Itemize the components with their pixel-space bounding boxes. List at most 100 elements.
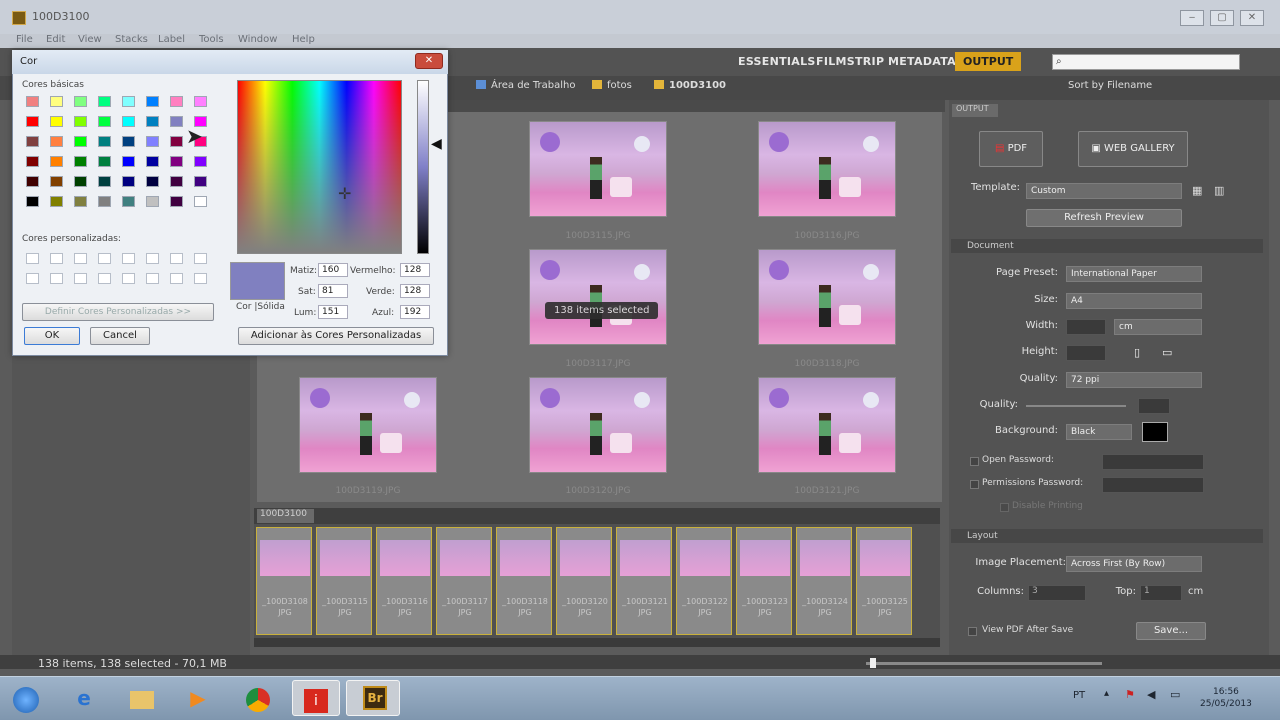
filmstrip-item[interactable]: _100D3116 JPG	[376, 527, 432, 635]
portrait-icon[interactable]: ▯	[1134, 346, 1140, 359]
width-input[interactable]	[1066, 319, 1106, 335]
quality-slider[interactable]	[1026, 405, 1126, 407]
custom-color-swatch[interactable]	[26, 253, 39, 264]
menu-window[interactable]: Window	[238, 34, 277, 45]
thumbnail[interactable]	[758, 249, 896, 345]
basic-color-swatch[interactable]	[50, 176, 63, 187]
filmstrip-tab[interactable]: 100D3100	[257, 509, 314, 523]
background-select[interactable]: Black	[1066, 424, 1132, 440]
image-placement-select[interactable]: Across First (By Row)	[1066, 556, 1202, 572]
basic-color-swatch[interactable]	[146, 96, 159, 107]
jpeg-quality-input[interactable]	[1138, 398, 1170, 414]
basic-color-swatch[interactable]	[122, 116, 135, 127]
basic-color-swatch[interactable]	[170, 156, 183, 167]
disable-printing-checkbox[interactable]	[1000, 503, 1009, 512]
custom-color-swatch[interactable]	[170, 273, 183, 284]
custom-color-swatch[interactable]	[122, 253, 135, 264]
breadcrumb-fotos[interactable]: fotos	[592, 80, 632, 91]
view-pdf-checkbox[interactable]	[968, 627, 977, 636]
tray-network-icon[interactable]: ▭	[1170, 688, 1180, 701]
basic-color-swatch[interactable]	[74, 156, 87, 167]
columns-input[interactable]: 3	[1028, 585, 1086, 601]
basic-color-swatch[interactable]	[122, 96, 135, 107]
delete-template-icon[interactable]: ▥	[1214, 184, 1224, 197]
start-button[interactable]	[4, 680, 48, 716]
taskbar-chrome[interactable]	[236, 680, 280, 716]
workspace-metadata[interactable]: METADATA	[888, 55, 956, 68]
menu-stacks[interactable]: Stacks	[115, 34, 148, 45]
custom-color-swatch[interactable]	[194, 253, 207, 264]
basic-color-swatch[interactable]	[98, 196, 111, 207]
basic-color-swatch[interactable]	[74, 176, 87, 187]
filmstrip-item[interactable]: _100D3125 JPG	[856, 527, 912, 635]
filmstrip-item[interactable]: _100D3122 JPG	[676, 527, 732, 635]
quality-select[interactable]: 72 ppi	[1066, 372, 1202, 388]
luminance-bar[interactable]	[417, 80, 429, 254]
taskbar-media-player[interactable]: ▶	[176, 680, 220, 716]
basic-color-swatch[interactable]	[26, 116, 39, 127]
add-to-custom-colors-button[interactable]: Adicionar às Cores Personalizadas	[238, 327, 434, 345]
basic-color-swatch[interactable]	[122, 176, 135, 187]
custom-color-swatch[interactable]	[26, 273, 39, 284]
basic-color-swatch[interactable]	[146, 196, 159, 207]
basic-color-swatch[interactable]	[122, 156, 135, 167]
close-window-button[interactable]: ✕	[1240, 10, 1264, 26]
basic-color-swatch[interactable]	[194, 156, 207, 167]
basic-color-swatch[interactable]	[50, 196, 63, 207]
basic-color-swatch[interactable]	[122, 196, 135, 207]
menu-file[interactable]: File	[16, 34, 33, 45]
basic-color-swatch[interactable]	[146, 156, 159, 167]
maximize-button[interactable]: ▢	[1210, 10, 1234, 26]
basic-color-swatch[interactable]	[146, 136, 159, 147]
save-button[interactable]: Save...	[1136, 622, 1206, 640]
sort-dropdown[interactable]: Sort by Filename	[1068, 80, 1152, 91]
custom-color-swatch[interactable]	[194, 273, 207, 284]
thumbnail[interactable]	[758, 377, 896, 473]
basic-color-swatch[interactable]	[170, 176, 183, 187]
menu-help[interactable]: Help	[292, 34, 315, 45]
custom-color-swatch[interactable]	[146, 273, 159, 284]
size-select[interactable]: A4	[1066, 293, 1202, 309]
background-color-swatch[interactable]	[1142, 422, 1168, 442]
filmstrip-item[interactable]: _100D3123 JPG	[736, 527, 792, 635]
define-custom-colors-button[interactable]: Definir Cores Personalizadas >>	[22, 303, 214, 321]
thumbnail[interactable]	[529, 121, 667, 217]
basic-color-swatch[interactable]	[98, 156, 111, 167]
basic-color-swatch[interactable]	[170, 116, 183, 127]
workspace-output[interactable]: OUTPUT	[955, 52, 1022, 71]
basic-color-swatch[interactable]	[194, 176, 207, 187]
thumbnail[interactable]	[299, 377, 437, 473]
basic-color-swatch[interactable]	[50, 136, 63, 147]
breadcrumb-current[interactable]: 100D3100	[654, 80, 726, 91]
tray-volume-icon[interactable]: ◀	[1147, 688, 1155, 701]
basic-color-swatch[interactable]	[74, 116, 87, 127]
cancel-button[interactable]: Cancel	[90, 327, 150, 345]
basic-color-swatch[interactable]	[74, 136, 87, 147]
tray-flag-icon[interactable]: ⚑	[1125, 688, 1135, 701]
top-margin-input[interactable]: 1	[1140, 585, 1182, 601]
dialog-close-button[interactable]: ✕	[415, 53, 443, 69]
web-gallery-button[interactable]: ▣ WEB GALLERY	[1078, 131, 1188, 167]
custom-color-swatch[interactable]	[98, 273, 111, 284]
refresh-preview-button[interactable]: Refresh Preview	[1026, 209, 1182, 227]
taskbar-recorder[interactable]: i	[292, 680, 340, 716]
basic-color-swatch[interactable]	[194, 96, 207, 107]
breadcrumb-desktop[interactable]: Área de Trabalho	[476, 80, 575, 91]
basic-color-swatch[interactable]	[170, 196, 183, 207]
filmstrip-item[interactable]: _100D3117 JPG	[436, 527, 492, 635]
custom-color-swatch[interactable]	[50, 253, 63, 264]
ok-button[interactable]: OK	[24, 327, 80, 345]
basic-color-swatch[interactable]	[50, 116, 63, 127]
saturation-input[interactable]: 81	[318, 284, 348, 298]
basic-color-swatch[interactable]	[50, 96, 63, 107]
language-indicator[interactable]: PT	[1073, 690, 1085, 701]
document-section-header[interactable]: Document	[951, 239, 1263, 253]
custom-color-swatch[interactable]	[146, 253, 159, 264]
filmstrip-item[interactable]: _100D3120 JPG	[556, 527, 612, 635]
permissions-password-checkbox[interactable]	[970, 480, 979, 489]
custom-color-swatch[interactable]	[74, 273, 87, 284]
filmstrip-item[interactable]: _100D3108 JPG	[256, 527, 312, 635]
basic-color-swatch[interactable]	[170, 136, 183, 147]
template-select[interactable]: Custom	[1026, 183, 1182, 199]
thumbnail[interactable]	[529, 377, 667, 473]
